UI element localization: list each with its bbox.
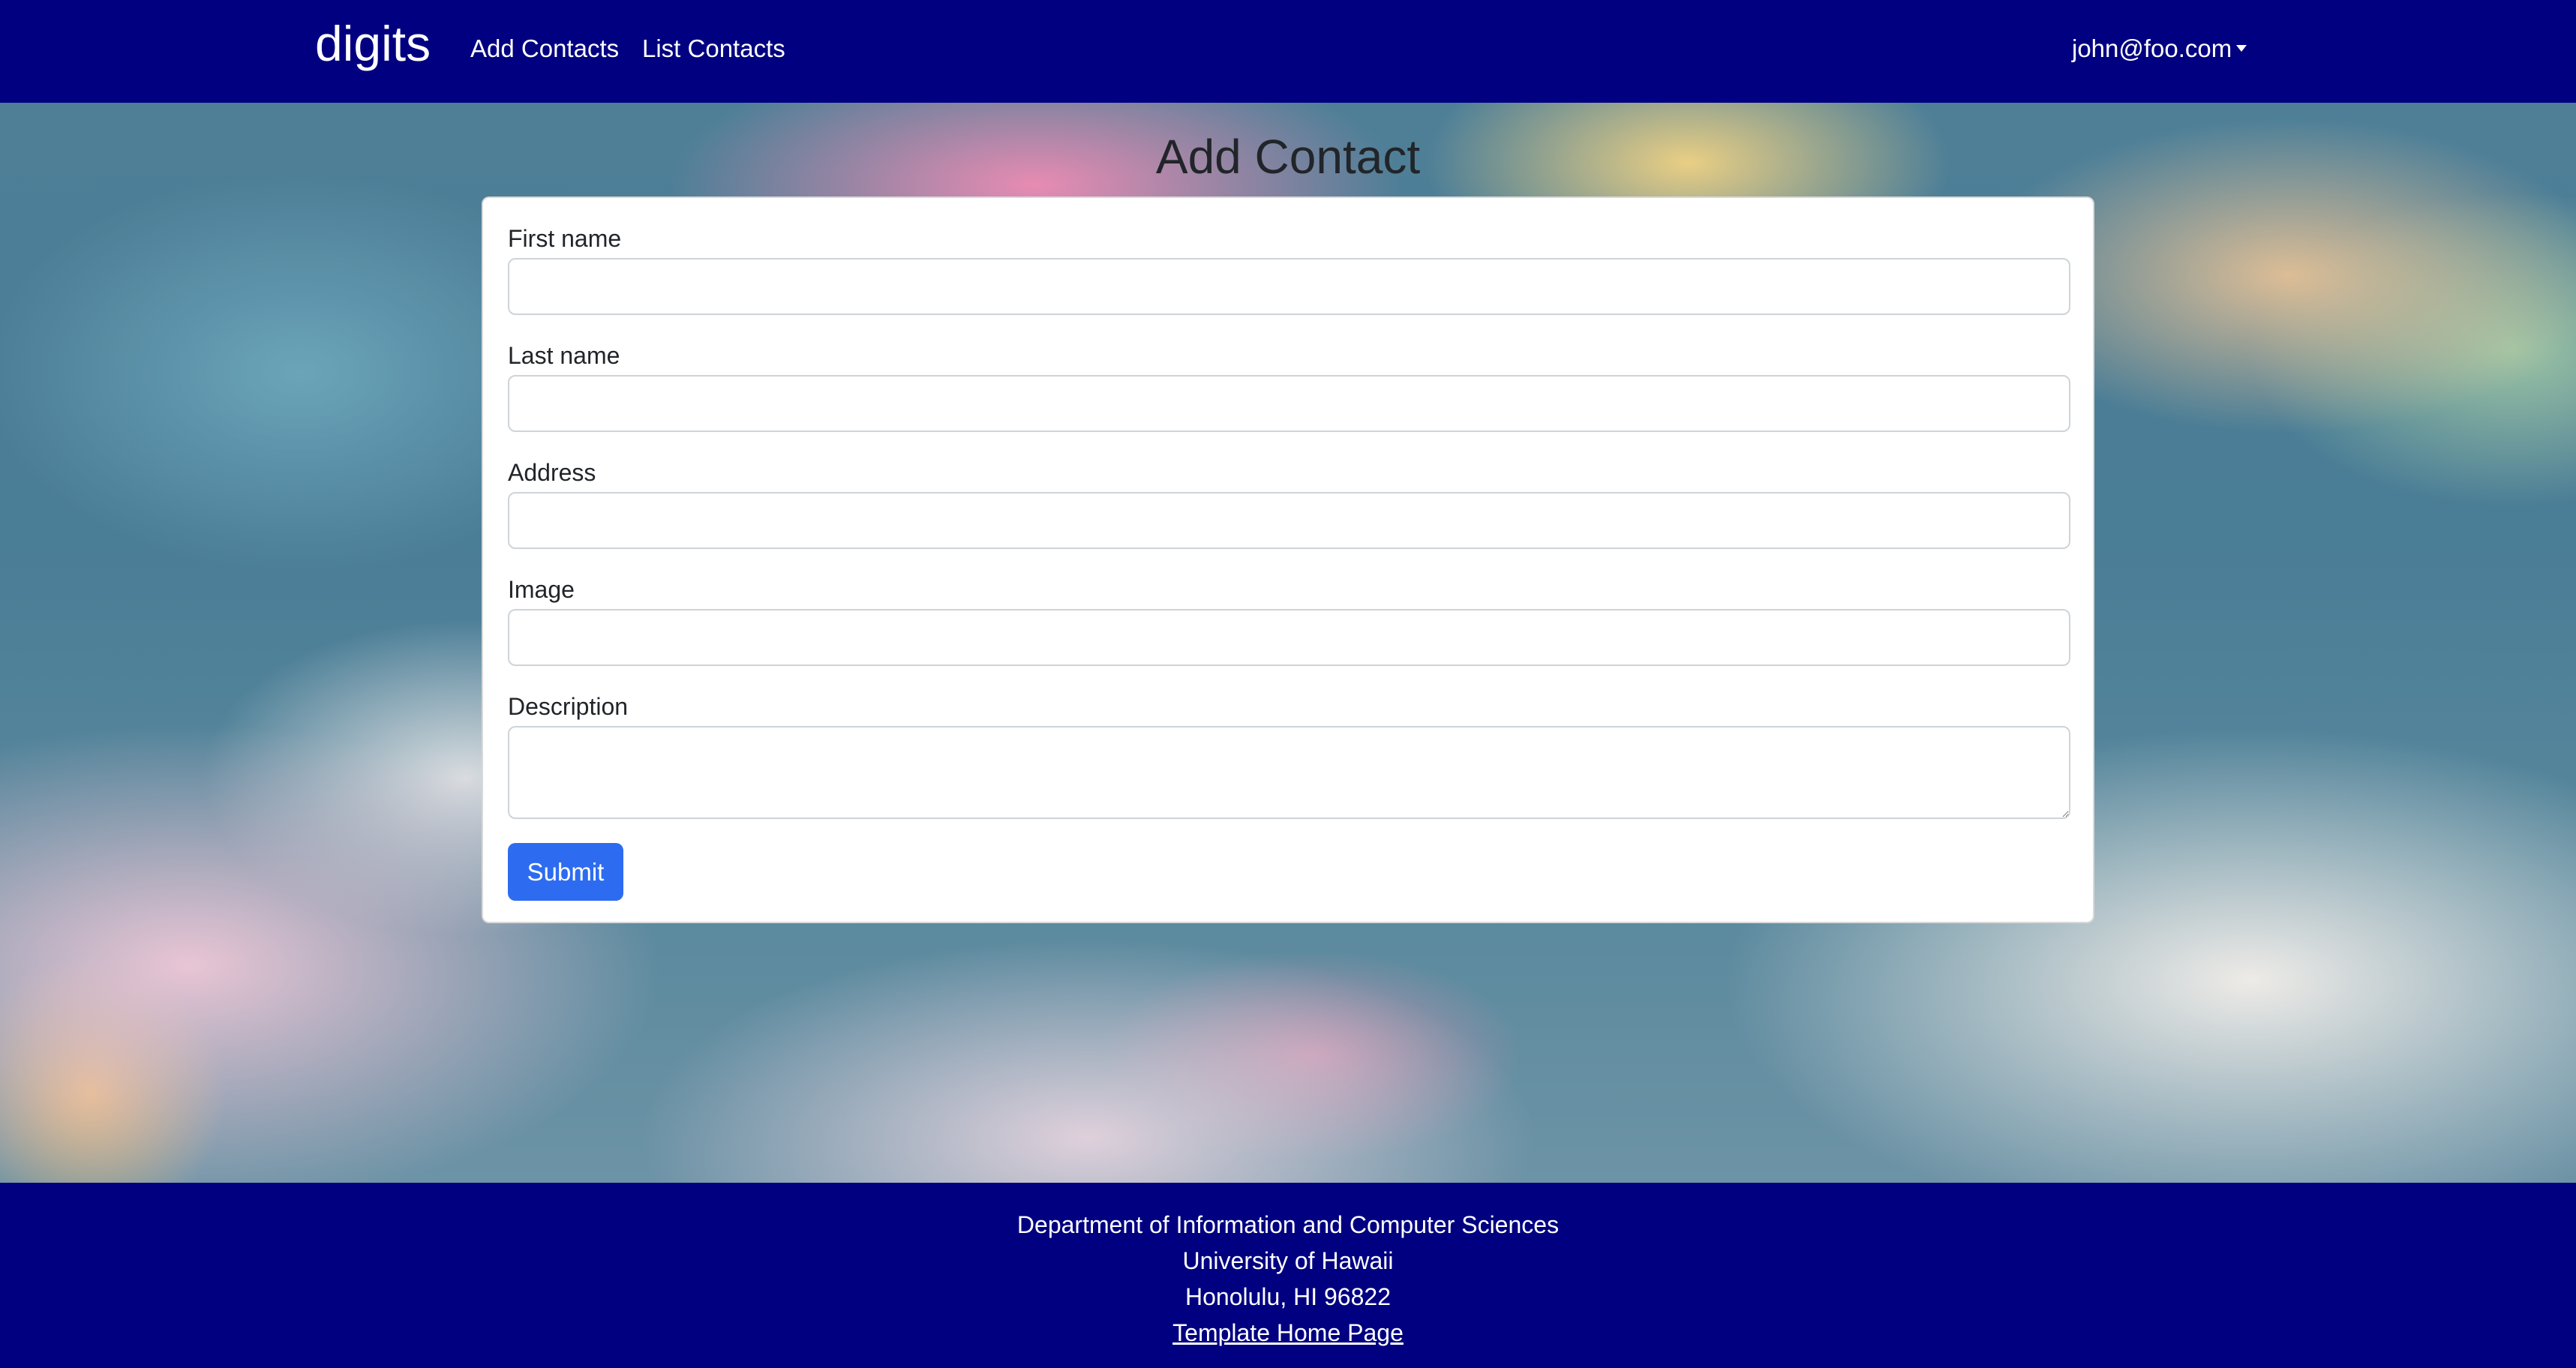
first-name-input[interactable] — [508, 258, 2070, 315]
submit-button[interactable]: Submit — [508, 843, 623, 901]
image-input[interactable] — [508, 609, 2070, 666]
image-label: Image — [508, 576, 575, 603]
description-textarea[interactable] — [508, 726, 2070, 819]
template-home-page-link[interactable]: Template Home Page — [1172, 1319, 1404, 1346]
nav-link-list-contacts[interactable]: List Contacts — [642, 30, 785, 68]
footer-link-row: Template Home Page — [0, 1315, 2576, 1351]
brand-logo[interactable]: digits — [315, 14, 431, 74]
last-name-label: Last name — [508, 342, 620, 369]
description-label: Description — [508, 693, 629, 720]
user-menu-dropdown[interactable]: john@foo.com — [2072, 30, 2247, 68]
last-name-input[interactable] — [508, 375, 2070, 432]
user-email: john@foo.com — [2072, 34, 2232, 62]
footer: Department of Information and Computer S… — [0, 1183, 2576, 1368]
footer-department: Department of Information and Computer S… — [1016, 1211, 1560, 1238]
chevron-down-icon — [2236, 44, 2247, 52]
nav-link-add-contacts[interactable]: Add Contacts — [470, 30, 619, 68]
footer-address: Honolulu, HI 96822 — [1185, 1283, 1391, 1310]
page-title: Add Contact — [1155, 130, 1421, 184]
address-label: Address — [508, 459, 596, 486]
first-name-label: First name — [508, 225, 622, 252]
navbar: digits Add Contacts List Contacts john@f… — [0, 0, 2576, 103]
add-contact-form: First name Last name Address Image Descr… — [482, 196, 2094, 923]
address-input[interactable] — [508, 492, 2070, 549]
footer-university: University of Hawaii — [1182, 1247, 1394, 1274]
